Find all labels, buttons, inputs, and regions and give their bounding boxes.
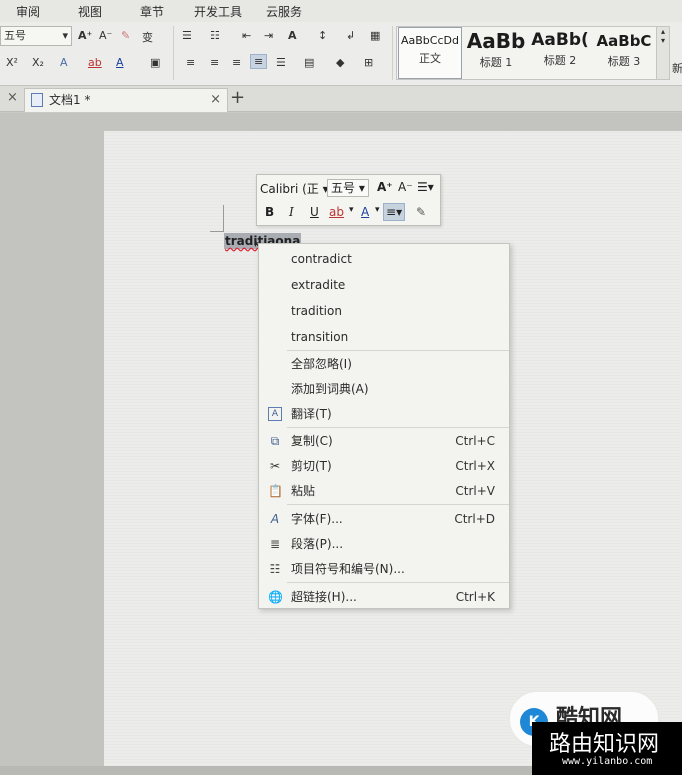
translate-icon: A bbox=[268, 407, 282, 421]
margin-corner-mark bbox=[210, 231, 224, 232]
menu-cloud-service[interactable]: 云服务 bbox=[266, 3, 302, 20]
clear-format-icon[interactable]: ✎ bbox=[121, 29, 130, 42]
distributed-button[interactable]: ☰ bbox=[276, 56, 286, 69]
highlight-button[interactable]: ab bbox=[88, 56, 102, 69]
chevron-down-icon[interactable]: ▾ bbox=[375, 205, 380, 215]
hyperlink-globe-icon: 🌐 bbox=[268, 590, 283, 604]
increase-indent-button[interactable]: ⇥ bbox=[264, 29, 273, 42]
sort-button[interactable]: ↕ bbox=[318, 29, 327, 42]
scissors-icon: ✂ bbox=[269, 459, 281, 473]
document-icon bbox=[31, 93, 43, 107]
menu-developer-tools[interactable]: 开发工具 bbox=[194, 3, 242, 20]
watermark-site-name: 路由知识网 bbox=[549, 732, 660, 757]
clipboard-icon: 📋 bbox=[268, 484, 283, 498]
suggestion-item[interactable]: tradition bbox=[259, 299, 509, 323]
mini-font-color-button[interactable]: A bbox=[361, 205, 369, 219]
chevron-down-icon[interactable]: ▾ bbox=[349, 205, 354, 215]
watermark-url: www.yilanbo.com bbox=[562, 756, 653, 767]
text-effect-button[interactable]: A bbox=[288, 29, 297, 42]
numbered-list-button[interactable]: ☷ bbox=[210, 29, 220, 42]
mini-shrink-font-button[interactable]: A⁻ bbox=[398, 180, 413, 194]
menu-item-copy[interactable]: ⧉ 复制(C) Ctrl+C bbox=[259, 429, 509, 453]
menu-item-font[interactable]: A 字体(F)... Ctrl+D bbox=[259, 507, 509, 531]
menu-item-paragraph[interactable]: ≣ 段落(P)... bbox=[259, 532, 509, 556]
tab-document1[interactable]: 文档1 * × bbox=[24, 88, 228, 112]
paragraph-icon: ≣ bbox=[269, 537, 281, 551]
menu-divider bbox=[287, 582, 509, 583]
suggestion-item[interactable]: contradict bbox=[259, 247, 509, 271]
style-heading-2[interactable]: AaBb( 标题 2 bbox=[528, 27, 592, 79]
menu-item-add-to-dictionary[interactable]: 添加到词典(A) bbox=[259, 377, 509, 401]
phonetic-button[interactable]: 变 bbox=[142, 29, 153, 45]
menu-item-translate[interactable]: A 翻译(T) bbox=[259, 402, 509, 426]
suggestion-item[interactable]: extradite bbox=[259, 273, 509, 297]
menu-item-paste[interactable]: 📋 粘贴 Ctrl+V bbox=[259, 479, 509, 503]
shading-button[interactable]: ◆ bbox=[336, 56, 344, 69]
align-left-button[interactable]: ≡ bbox=[186, 56, 195, 69]
list-icon: ☷ bbox=[269, 562, 281, 576]
menu-chapter[interactable]: 章节 bbox=[140, 3, 164, 20]
menu-item-bullets-numbering[interactable]: ☷ 项目符号和编号(N)... bbox=[259, 557, 509, 581]
styles-gallery: AaBbCcDd 正文 AaBb 标题 1 AaBb( 标题 2 AaBbC 标… bbox=[396, 26, 658, 80]
style-normal[interactable]: AaBbCcDd 正文 bbox=[398, 27, 462, 79]
bullet-list-button[interactable]: ☰ bbox=[182, 29, 192, 42]
margin-corner-mark bbox=[223, 205, 224, 231]
ribbon-divider bbox=[392, 26, 393, 80]
copy-icon: ⧉ bbox=[270, 434, 280, 448]
font-color-button[interactable]: A bbox=[116, 56, 124, 69]
menu-item-ignore-all[interactable]: 全部忽略(I) bbox=[259, 352, 509, 376]
font-size-select[interactable]: 五号 ▾ bbox=[0, 26, 72, 46]
mini-highlight-button[interactable]: ab bbox=[329, 205, 344, 219]
style-heading-3[interactable]: AaBbC 标题 3 bbox=[592, 27, 656, 79]
status-bar bbox=[0, 766, 532, 775]
align-right-button[interactable]: ≡ bbox=[232, 56, 241, 69]
tab-close-icon[interactable]: × bbox=[210, 89, 221, 111]
mini-toolbar: Calibri (正 ▾ 五号 ▾ A⁺ A⁻ ☰▾ B I U ab ▾ A … bbox=[256, 174, 441, 226]
text-outline-button[interactable]: A bbox=[60, 56, 68, 69]
ribbon-divider bbox=[173, 26, 174, 80]
style-heading-1[interactable]: AaBb 标题 1 bbox=[464, 27, 528, 79]
align-center-button[interactable]: ≡ bbox=[210, 56, 219, 69]
mini-line-spacing-button[interactable]: ☰▾ bbox=[417, 180, 434, 194]
subscript-button[interactable]: X₂ bbox=[32, 56, 44, 69]
ribbon: 五号 ▾ A⁺ A⁻ ✎ 变 ☰ ☷ ⇤ ⇥ A ↕ ↲ ▦ X² X₂ A ab… bbox=[0, 22, 682, 86]
show-marks-button[interactable]: ↲ bbox=[346, 29, 355, 42]
close-icon[interactable]: × bbox=[7, 90, 18, 105]
mini-align-button[interactable]: ≡▾ bbox=[383, 203, 406, 221]
menu-divider bbox=[287, 427, 509, 428]
suggestion-item[interactable]: transition bbox=[259, 325, 509, 349]
mini-font-size-select[interactable]: 五号 ▾ bbox=[327, 179, 369, 197]
mini-bold-button[interactable]: B bbox=[265, 205, 274, 219]
border-button[interactable]: ⊞ bbox=[364, 56, 373, 69]
menu-item-hyperlink[interactable]: 🌐 超链接(H)... Ctrl+K bbox=[259, 585, 509, 609]
menu-review[interactable]: 审阅 bbox=[16, 3, 40, 20]
context-menu: contradict extradite tradition transitio… bbox=[258, 243, 510, 609]
shrink-font-button[interactable]: A⁻ bbox=[99, 29, 112, 42]
mini-underline-button[interactable]: U bbox=[310, 205, 319, 219]
table-button[interactable]: ▦ bbox=[370, 29, 380, 42]
superscript-button[interactable]: X² bbox=[6, 56, 18, 69]
gallery-scroll-button[interactable]: ▴ ▾ bbox=[656, 26, 670, 80]
justify-button[interactable]: ≡ bbox=[250, 54, 268, 69]
line-spacing-button[interactable]: ▤ bbox=[304, 56, 314, 69]
mini-grow-font-button[interactable]: A⁺ bbox=[377, 180, 393, 194]
format-painter-icon[interactable]: ✎ bbox=[416, 205, 426, 219]
mini-italic-button[interactable]: I bbox=[289, 205, 294, 219]
chevron-down-icon: ▾ bbox=[62, 29, 68, 42]
tab-title: 文档1 * bbox=[49, 93, 91, 107]
document-tab-bar: × 文档1 * × + bbox=[0, 86, 682, 112]
char-shading-button[interactable]: ▣ bbox=[150, 56, 160, 69]
menu-item-cut[interactable]: ✂ 剪切(T) Ctrl+X bbox=[259, 454, 509, 478]
font-icon: A bbox=[270, 512, 280, 526]
menu-divider bbox=[287, 350, 509, 351]
decrease-indent-button[interactable]: ⇤ bbox=[242, 29, 251, 42]
new-style-button[interactable]: 新 bbox=[672, 60, 682, 76]
mini-font-name-select[interactable]: Calibri (正 ▾ bbox=[260, 180, 329, 197]
new-tab-button[interactable]: + bbox=[230, 87, 245, 108]
menu-bar: 审阅 视图 章节 开发工具 云服务 bbox=[0, 0, 682, 22]
grow-font-button[interactable]: A⁺ bbox=[78, 29, 92, 42]
menu-view[interactable]: 视图 bbox=[78, 3, 102, 20]
menu-divider bbox=[287, 504, 509, 505]
